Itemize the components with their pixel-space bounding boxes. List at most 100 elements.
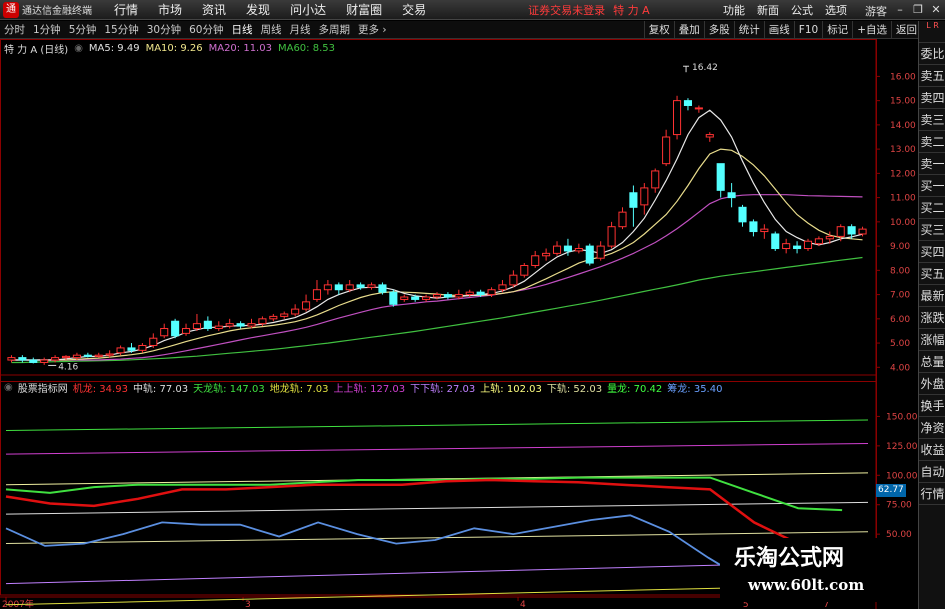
tool-stats[interactable]: 统计 <box>733 21 764 39</box>
period-5min[interactable]: 5分钟 <box>65 22 101 37</box>
main-y-tick-label: 15.00 <box>890 97 916 107</box>
side-lr-toggle[interactable]: L R <box>919 21 945 43</box>
login-notice[interactable]: 证券交易未登录 <box>528 2 605 18</box>
side-item-pct-change[interactable]: 涨幅 <box>919 329 945 351</box>
menu-item-ask[interactable]: 问小达 <box>280 1 336 18</box>
guest-label[interactable]: 游客 <box>865 3 887 19</box>
side-item-sell5[interactable]: 卖五 <box>919 65 945 87</box>
candle-body <box>105 353 114 356</box>
main-y-tick-label: 4.00 <box>890 363 910 373</box>
tool-multi-stock[interactable]: 多股 <box>703 21 734 39</box>
candle-body <box>596 245 605 259</box>
main-y-tick-label: 8.00 <box>890 266 910 276</box>
side-item-volume[interactable]: 总量 <box>919 351 945 373</box>
period-1min[interactable]: 1分钟 <box>29 22 65 37</box>
period-15min[interactable]: 15分钟 <box>100 22 142 37</box>
candle-body <box>836 226 845 237</box>
ind-choulong: 筹龙: 35.40 <box>667 383 723 395</box>
tool-overlay[interactable]: 叠加 <box>673 21 704 39</box>
candle-body <box>563 245 572 252</box>
side-item-sell4[interactable]: 卖四 <box>919 87 945 109</box>
choulong-line <box>5 514 748 582</box>
period-tick[interactable]: 分时 <box>0 22 29 37</box>
side-item-net-assets[interactable]: 净资 <box>919 417 945 439</box>
menu-item-trade[interactable]: 交易 <box>392 1 436 18</box>
side-item-sell1[interactable]: 卖一 <box>919 153 945 175</box>
period-weekly[interactable]: 周线 <box>257 22 286 37</box>
ma10-label: MA10: 9.26 <box>145 42 203 54</box>
candle-body <box>443 294 452 298</box>
menu-item-news[interactable]: 资讯 <box>192 1 236 18</box>
ma20-line <box>11 194 863 361</box>
site-watermark: 乐淘公式网 www.60lt.com <box>720 538 916 602</box>
candle-body <box>291 308 300 315</box>
close-icon[interactable]: ✕ <box>927 0 945 20</box>
candle-body <box>509 274 518 286</box>
side-item-change[interactable]: 涨跌 <box>919 307 945 329</box>
candle-body <box>618 211 627 228</box>
side-item-auto[interactable]: 自动 <box>919 461 945 483</box>
candle-body <box>771 233 780 250</box>
period-60min[interactable]: 60分钟 <box>185 22 227 37</box>
main-y-tick-label: 14.00 <box>890 121 916 131</box>
side-item-outer[interactable]: 外盘 <box>919 373 945 395</box>
side-item-buy5[interactable]: 买五 <box>919 263 945 285</box>
side-item-weibi[interactable]: 委比 <box>919 43 945 65</box>
tool-draw[interactable]: 画线 <box>763 21 794 39</box>
side-item-turnover[interactable]: 换手 <box>919 395 945 417</box>
menu-item-wealth[interactable]: 财富圈 <box>336 1 392 18</box>
candle-body <box>225 323 234 327</box>
candle-body <box>716 163 725 191</box>
menu-item-market[interactable]: 市场 <box>148 1 192 18</box>
candle-body <box>793 245 802 250</box>
indicator-name[interactable]: 股票指标网 <box>18 380 68 395</box>
period-more[interactable]: 更多 › <box>354 22 391 37</box>
side-item-earnings[interactable]: 收益 <box>919 439 945 461</box>
menu-item-discover[interactable]: 发现 <box>236 1 280 18</box>
candle-body <box>476 291 485 296</box>
tool-add-watchlist[interactable]: +自选 <box>852 21 891 39</box>
candle-body <box>214 325 223 330</box>
ind-dilong: 地龙轨: 7.03 <box>269 383 329 395</box>
period-30min[interactable]: 30分钟 <box>143 22 185 37</box>
indicator-settings-icon[interactable]: ◉ <box>4 382 13 393</box>
indicator-cursor-value: 62.77 <box>876 484 906 497</box>
menu-item-quotes[interactable]: 行情 <box>104 1 148 18</box>
candle-body <box>803 240 813 250</box>
side-item-buy4[interactable]: 买四 <box>919 241 945 263</box>
side-item-sell2[interactable]: 卖二 <box>919 131 945 153</box>
ind-lower: 下轨: 52.03 <box>546 383 603 395</box>
period-daily[interactable]: 日线 <box>228 22 257 37</box>
side-item-sell3[interactable]: 卖三 <box>919 109 945 131</box>
candle-body <box>694 107 703 110</box>
x-tick-label: 4 <box>520 600 526 609</box>
main-y-tick-label: 7.00 <box>890 291 910 301</box>
minimize-icon[interactable]: – <box>891 0 909 20</box>
period-multi[interactable]: 多周期 <box>315 22 355 37</box>
ind-jilong: 机龙: 34.93 <box>72 383 128 395</box>
chart-area[interactable]: 16.00 15.00 14.00 13.00 12.00 11.00 10.00 9.00 8… <box>0 39 918 609</box>
side-item-quote[interactable]: 行情 <box>919 483 945 505</box>
chart-settings-icon[interactable]: ◉ <box>74 43 83 54</box>
tool-mark[interactable]: 标记 <box>822 21 852 39</box>
tool-f10[interactable]: F10 <box>793 21 822 39</box>
menu-item-new-page[interactable]: 新面 <box>751 2 785 18</box>
title-bar: 通 通达信金融终端 行情 市场 资讯 发现 问小达 财富圈 交易 证券交易未登录… <box>0 0 945 20</box>
watermark-url: www.60lt.com <box>748 576 865 594</box>
side-item-buy1[interactable]: 买一 <box>919 175 945 197</box>
restore-icon[interactable]: ❐ <box>909 0 927 20</box>
side-item-buy2[interactable]: 买二 <box>919 197 945 219</box>
chart-stock-title: 特 力 A (日线) <box>4 44 69 56</box>
tool-back[interactable]: 返回 <box>891 21 921 39</box>
menu-item-options[interactable]: 选项 <box>819 2 853 18</box>
side-item-buy3[interactable]: 买三 <box>919 219 945 241</box>
menu-item-function[interactable]: 功能 <box>717 2 751 18</box>
main-y-tick-label: 11.00 <box>890 194 916 204</box>
candle-body <box>236 323 245 327</box>
candle-body <box>782 243 791 250</box>
menu-item-formula[interactable]: 公式 <box>785 2 819 18</box>
candle-body <box>814 238 823 245</box>
tool-adjust[interactable]: 复权 <box>643 21 674 39</box>
side-item-latest[interactable]: 最新 <box>919 285 945 307</box>
period-monthly[interactable]: 月线 <box>286 22 315 37</box>
